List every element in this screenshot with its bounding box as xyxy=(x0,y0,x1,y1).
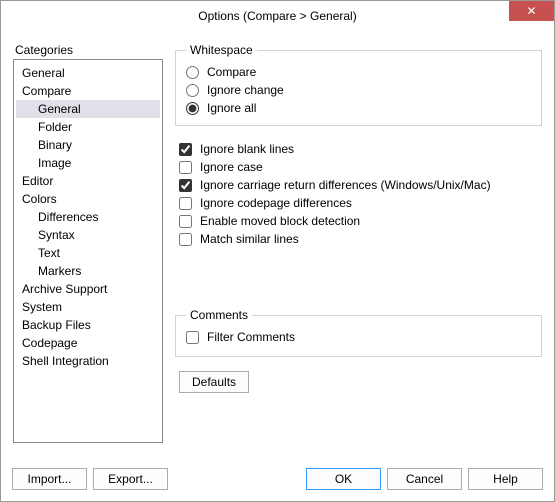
option-checkbox[interactable] xyxy=(179,161,192,174)
defaults-button[interactable]: Defaults xyxy=(179,371,249,393)
option-label[interactable]: Ignore blank lines xyxy=(200,141,294,157)
whitespace-option: Ignore change xyxy=(186,81,531,99)
main-panel: Whitespace Compare Ignore change Ignore al… xyxy=(175,39,542,447)
compare-options: Ignore blank lines Ignore case Ignore carr… xyxy=(179,140,542,248)
close-icon: ✕ xyxy=(526,5,536,17)
option-checkbox[interactable] xyxy=(179,197,192,210)
option-row: Enable moved block detection xyxy=(179,212,542,230)
tree-item[interactable]: Image xyxy=(16,154,160,172)
tree-item[interactable]: Syntax xyxy=(16,226,160,244)
tree-item[interactable]: Text xyxy=(16,244,160,262)
tree-item[interactable]: General xyxy=(16,64,160,82)
export-button[interactable]: Export... xyxy=(93,468,168,490)
filter-comments-label[interactable]: Filter Comments xyxy=(207,329,295,345)
option-row: Ignore case xyxy=(179,158,542,176)
whitespace-legend: Whitespace xyxy=(186,43,257,57)
sidebar: Categories GeneralCompareGeneralFolderBi… xyxy=(13,39,163,447)
filter-comments-row: Filter Comments xyxy=(186,328,531,346)
whitespace-radio-label[interactable]: Compare xyxy=(207,64,256,80)
help-button[interactable]: Help xyxy=(468,468,543,490)
tree-item[interactable]: Archive Support xyxy=(16,280,160,298)
tree-item[interactable]: Compare xyxy=(16,82,160,100)
whitespace-radio[interactable] xyxy=(186,66,199,79)
cancel-button[interactable]: Cancel xyxy=(387,468,462,490)
whitespace-group: Whitespace Compare Ignore change Ignore al… xyxy=(175,43,542,126)
option-checkbox[interactable] xyxy=(179,233,192,246)
option-label[interactable]: Ignore carriage return differences (Wind… xyxy=(200,177,491,193)
option-checkbox[interactable] xyxy=(179,179,192,192)
tree-item[interactable]: Editor xyxy=(16,172,160,190)
tree-item[interactable]: Differences xyxy=(16,208,160,226)
option-checkbox[interactable] xyxy=(179,143,192,156)
comments-legend: Comments xyxy=(186,308,252,322)
tree-item[interactable]: System xyxy=(16,298,160,316)
option-row: Match similar lines xyxy=(179,230,542,248)
whitespace-radio[interactable] xyxy=(186,84,199,97)
option-row: Ignore codepage differences xyxy=(179,194,542,212)
tree-item[interactable]: Folder xyxy=(16,118,160,136)
import-button[interactable]: Import... xyxy=(12,468,87,490)
titlebar: Options (Compare > General) ✕ xyxy=(1,1,554,31)
comments-group: Comments Filter Comments xyxy=(175,308,542,357)
option-label[interactable]: Enable moved block detection xyxy=(200,213,360,229)
whitespace-option: Compare xyxy=(186,63,531,81)
tree-item[interactable]: Codepage xyxy=(16,334,160,352)
tree-item[interactable]: Shell Integration xyxy=(16,352,160,370)
categories-tree[interactable]: GeneralCompareGeneralFolderBinaryImageEd… xyxy=(13,59,163,443)
option-row: Ignore blank lines xyxy=(179,140,542,158)
close-button[interactable]: ✕ xyxy=(509,1,554,21)
whitespace-option: Ignore all xyxy=(186,99,531,117)
tree-item[interactable]: Markers xyxy=(16,262,160,280)
whitespace-radio-label[interactable]: Ignore all xyxy=(207,100,256,116)
filter-comments-checkbox[interactable] xyxy=(186,331,199,344)
tree-item[interactable]: Binary xyxy=(16,136,160,154)
whitespace-radio-label[interactable]: Ignore change xyxy=(207,82,284,98)
option-label[interactable]: Match similar lines xyxy=(200,231,299,247)
option-label[interactable]: Ignore case xyxy=(200,159,263,175)
tree-item[interactable]: General xyxy=(16,100,160,118)
option-checkbox[interactable] xyxy=(179,215,192,228)
window-title: Options (Compare > General) xyxy=(198,9,356,23)
option-row: Ignore carriage return differences (Wind… xyxy=(179,176,542,194)
tree-item[interactable]: Colors xyxy=(16,190,160,208)
option-label[interactable]: Ignore codepage differences xyxy=(200,195,352,211)
dialog-buttons: Import... Export... OK Cancel Help xyxy=(12,468,543,490)
tree-item[interactable]: Backup Files xyxy=(16,316,160,334)
categories-label: Categories xyxy=(15,43,163,57)
ok-button[interactable]: OK xyxy=(306,468,381,490)
whitespace-radio[interactable] xyxy=(186,102,199,115)
